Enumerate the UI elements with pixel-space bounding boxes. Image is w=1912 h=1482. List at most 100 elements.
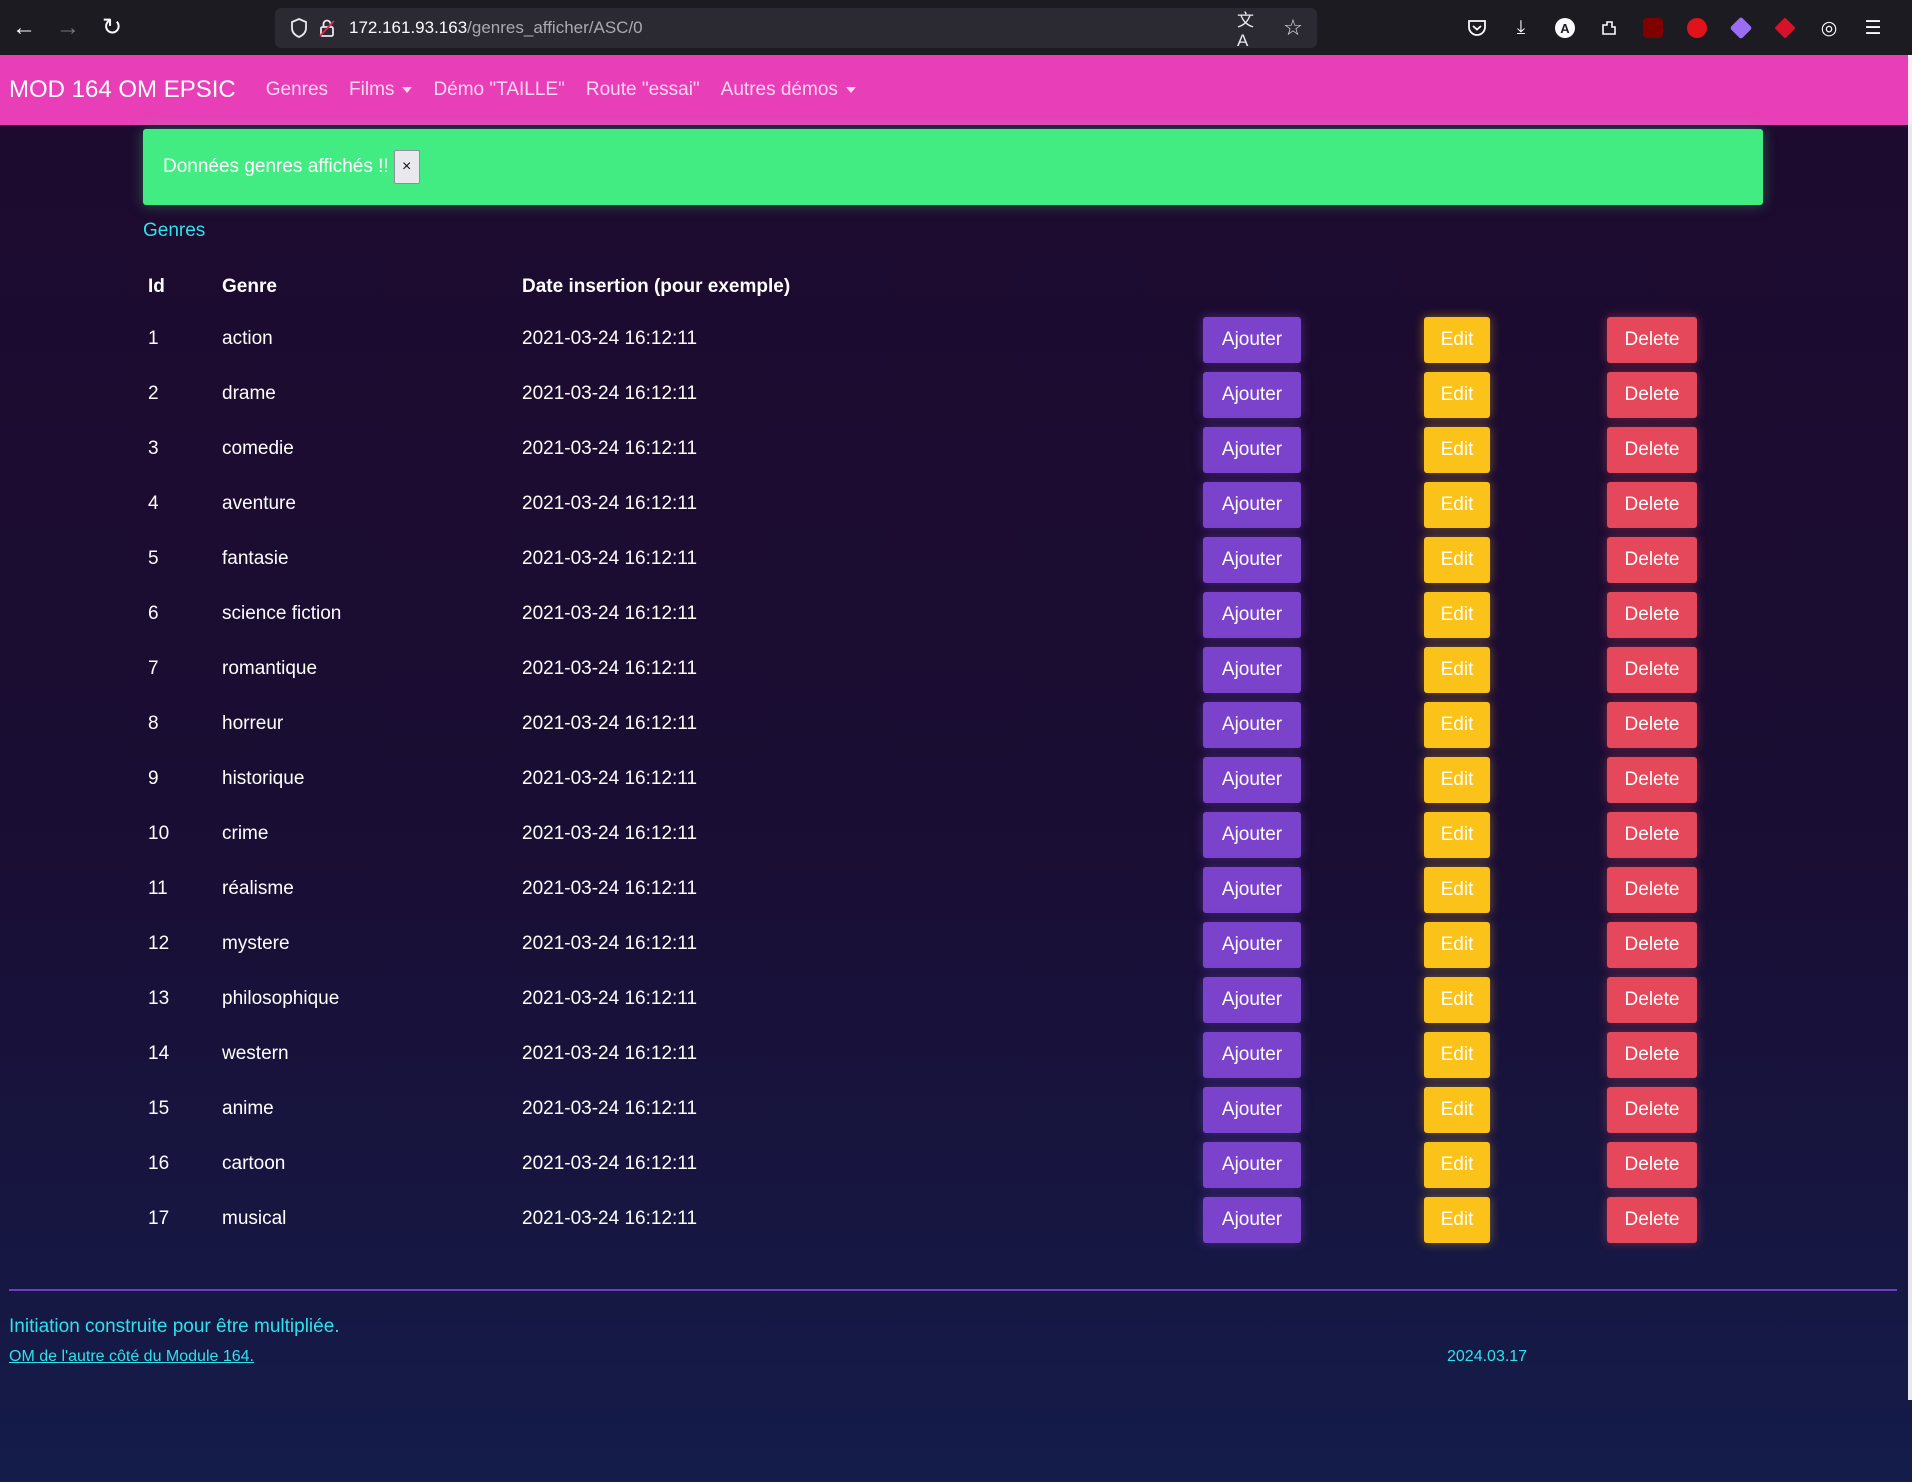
row-date: 2021-03-24 16:12:11 (522, 437, 698, 459)
delete-button[interactable]: Delete (1607, 922, 1697, 968)
brand-title[interactable]: MOD 164 OM EPSIC (9, 76, 236, 104)
delete-button[interactable]: Delete (1607, 427, 1697, 473)
delete-button[interactable]: Delete (1607, 1032, 1697, 1078)
translate-icon[interactable]: 文A (1237, 11, 1265, 50)
add-button[interactable]: Ajouter (1203, 1032, 1301, 1078)
edit-button[interactable]: Edit (1424, 702, 1490, 748)
edit-button[interactable]: Edit (1424, 922, 1490, 968)
add-button[interactable]: Ajouter (1203, 592, 1301, 638)
add-button[interactable]: Ajouter (1203, 1197, 1301, 1243)
row-id: 6 (148, 602, 159, 624)
glasses-extension-icon[interactable]: ◎ (1812, 8, 1846, 48)
forward-arrow-icon[interactable]: → (46, 6, 90, 50)
youtube-extension-icon[interactable] (1680, 8, 1714, 48)
add-button[interactable]: Ajouter (1203, 812, 1301, 858)
edit-button[interactable]: Edit (1424, 977, 1490, 1023)
add-button[interactable]: Ajouter (1203, 1087, 1301, 1133)
delete-button[interactable]: Delete (1607, 702, 1697, 748)
edit-button[interactable]: Edit (1424, 867, 1490, 913)
menu-icon[interactable]: ☰ (1856, 8, 1890, 48)
edit-button[interactable]: Edit (1424, 757, 1490, 803)
reload-icon[interactable]: ↻ (90, 6, 134, 50)
edit-button[interactable]: Edit (1424, 427, 1490, 473)
edit-button[interactable]: Edit (1424, 537, 1490, 583)
row-genre: anime (222, 1097, 274, 1119)
row-genre: historique (222, 767, 305, 789)
add-button[interactable]: Ajouter (1203, 1142, 1301, 1188)
nav-item-route-essai[interactable]: Route "essai" (586, 79, 700, 101)
row-id: 13 (148, 987, 170, 1009)
nav-item-label: Route "essai" (585, 79, 700, 100)
edit-button[interactable]: Edit (1424, 812, 1490, 858)
add-button[interactable]: Ajouter (1203, 922, 1301, 968)
row-id: 8 (148, 712, 159, 734)
edit-button[interactable]: Edit (1424, 317, 1490, 363)
account-icon[interactable]: A (1548, 8, 1582, 48)
delete-button[interactable]: Delete (1607, 537, 1697, 583)
delete-button[interactable]: Delete (1607, 482, 1697, 528)
edit-button[interactable]: Edit (1424, 1032, 1490, 1078)
row-date: 2021-03-24 16:12:11 (522, 547, 698, 569)
delete-button[interactable]: Delete (1607, 317, 1697, 363)
row-genre: horreur (222, 712, 284, 734)
header-id: Id (148, 275, 165, 297)
extensions-icon[interactable] (1592, 8, 1626, 48)
alert-close-button[interactable]: × (393, 150, 420, 184)
row-genre: drame (222, 382, 276, 404)
nav-item-films[interactable]: Films (349, 79, 413, 101)
delete-button[interactable]: Delete (1607, 1087, 1697, 1133)
nav-item-autres-demos[interactable]: Autres démos (721, 79, 856, 101)
add-button[interactable]: Ajouter (1203, 537, 1301, 583)
row-id: 9 (148, 767, 159, 789)
delete-button[interactable]: Delete (1607, 647, 1697, 693)
delete-button[interactable]: Delete (1607, 1197, 1697, 1243)
table-row: 3 comedie 2021-03-24 16:12:11 Ajouter Edit De… (143, 421, 1763, 476)
address-bar[interactable]: 172.161.93.163/genres_afficher/ASC/0 文A … (275, 8, 1317, 50)
edit-button[interactable]: Edit (1424, 592, 1490, 638)
add-button[interactable]: Ajouter (1203, 647, 1301, 693)
delete-button[interactable]: Delete (1607, 977, 1697, 1023)
ublock-icon[interactable] (1636, 8, 1670, 48)
edit-button[interactable]: Edit (1424, 482, 1490, 528)
nav-item-genres[interactable]: Genres (266, 79, 328, 101)
add-button[interactable]: Ajouter (1203, 482, 1301, 528)
delete-button[interactable]: Delete (1607, 372, 1697, 418)
row-genre: science fiction (222, 602, 342, 624)
footer-divider (9, 1289, 1897, 1291)
lock-icon[interactable] (313, 14, 341, 42)
back-arrow-icon[interactable]: ← (2, 6, 46, 50)
shield-icon[interactable] (285, 14, 313, 42)
edit-button[interactable]: Edit (1424, 1197, 1490, 1243)
add-button[interactable]: Ajouter (1203, 372, 1301, 418)
footer-date: 2024.03.17 (1447, 1348, 1528, 1365)
add-button[interactable]: Ajouter (1203, 977, 1301, 1023)
add-button[interactable]: Ajouter (1203, 317, 1301, 363)
add-button[interactable]: Ajouter (1203, 702, 1301, 748)
edit-button[interactable]: Edit (1424, 1142, 1490, 1188)
edit-button[interactable]: Edit (1424, 372, 1490, 418)
add-button[interactable]: Ajouter (1203, 427, 1301, 473)
nav-item-label: Films (349, 79, 395, 100)
row-date: 2021-03-24 16:12:11 (522, 822, 698, 844)
row-id: 15 (148, 1097, 170, 1119)
delete-button[interactable]: Delete (1607, 757, 1697, 803)
add-button[interactable]: Ajouter (1203, 757, 1301, 803)
nav-item-label: Démo "TAILLE" (433, 79, 565, 100)
star-icon[interactable]: ☆ (1279, 14, 1307, 42)
edit-button[interactable]: Edit (1424, 1087, 1490, 1133)
row-id: 7 (148, 657, 159, 679)
add-button[interactable]: Ajouter (1203, 867, 1301, 913)
footer-link[interactable]: OM de l'autre côté du Module 164. (9, 1348, 254, 1366)
edit-button[interactable]: Edit (1424, 647, 1490, 693)
genres-table: Id Genre Date insertion (pour exemple) 1… (143, 262, 1763, 1246)
delete-button[interactable]: Delete (1607, 592, 1697, 638)
nav-item-demo-taille[interactable]: Démo "TAILLE" (433, 79, 564, 101)
delete-button[interactable]: Delete (1607, 867, 1697, 913)
delete-button[interactable]: Delete (1607, 812, 1697, 858)
download-icon[interactable]: ⤓ (1504, 8, 1538, 48)
pocket-icon[interactable] (1460, 8, 1494, 48)
diamond-extension-icon[interactable] (1724, 8, 1758, 48)
delete-button[interactable]: Delete (1607, 1142, 1697, 1188)
scrollbar[interactable] (1908, 55, 1912, 1400)
red-extension-icon[interactable] (1768, 8, 1802, 48)
